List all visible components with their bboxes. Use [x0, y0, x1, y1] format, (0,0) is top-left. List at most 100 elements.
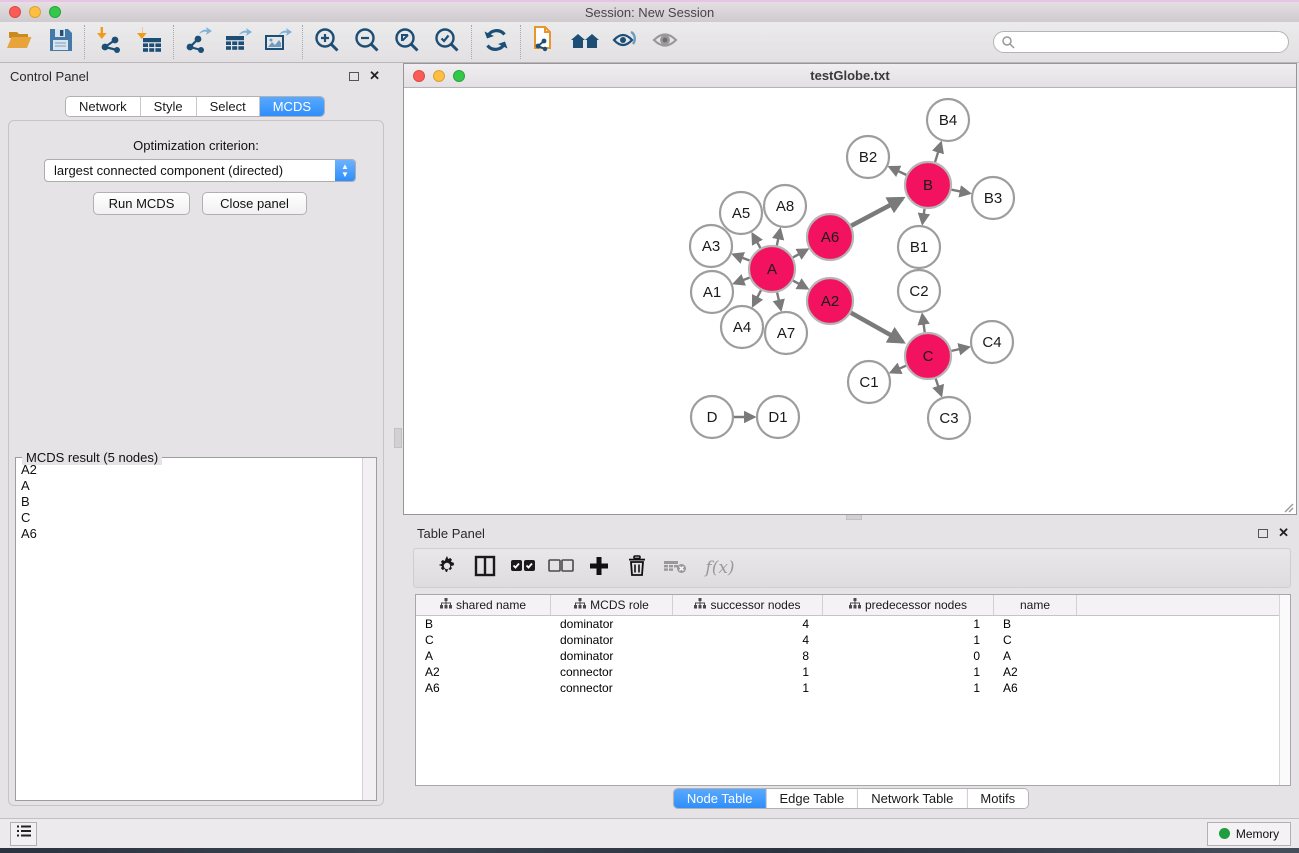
- graph-edge-C-C4[interactable]: [951, 347, 968, 351]
- add-column-button[interactable]: [580, 552, 618, 584]
- graph-edge-A-A4[interactable]: [753, 290, 761, 305]
- graph-edge-A-A2[interactable]: [793, 281, 807, 289]
- float-panel-icon[interactable]: [349, 72, 359, 81]
- function-builder-button[interactable]: f(x): [694, 552, 746, 584]
- graph-edge-C-C1[interactable]: [891, 366, 906, 373]
- close-table-panel-icon[interactable]: ✕: [1278, 528, 1289, 538]
- show-graphics-details-button[interactable]: [645, 25, 685, 59]
- graph-node-A2[interactable]: A2: [807, 278, 853, 324]
- graph-node-C[interactable]: C: [905, 333, 951, 379]
- clone-network-button[interactable]: [525, 25, 565, 59]
- zoom-fit-button[interactable]: [387, 25, 427, 59]
- close-panel-icon[interactable]: ✕: [369, 71, 380, 81]
- graph-node-D1[interactable]: D1: [757, 396, 799, 438]
- table-row[interactable]: A2connector11A2: [416, 664, 1290, 680]
- graph-node-A4[interactable]: A4: [721, 306, 763, 348]
- graph-edge-A-A7[interactable]: [777, 292, 781, 309]
- graph-node-C3[interactable]: C3: [928, 397, 970, 439]
- tab-network[interactable]: Network: [66, 97, 141, 116]
- import-table-button[interactable]: [129, 25, 169, 59]
- open-session-button[interactable]: [0, 25, 40, 59]
- graph-node-C1[interactable]: C1: [848, 361, 890, 403]
- tab-node-table[interactable]: Node Table: [674, 789, 767, 808]
- export-table-button[interactable]: [218, 25, 258, 59]
- float-table-panel-icon[interactable]: [1258, 529, 1268, 538]
- run-mcds-button[interactable]: Run MCDS: [93, 192, 190, 215]
- table-settings-button[interactable]: [428, 552, 466, 584]
- graph-edge-A2-C[interactable]: [851, 313, 903, 342]
- graph-node-B4[interactable]: B4: [927, 99, 969, 141]
- zoom-in-button[interactable]: [307, 25, 347, 59]
- delete-button[interactable]: [618, 552, 656, 584]
- graph-node-B1[interactable]: B1: [898, 226, 940, 268]
- graph-node-A5[interactable]: A5: [720, 192, 762, 234]
- graph-edge-C-C3[interactable]: [936, 379, 942, 396]
- task-history-button[interactable]: [10, 822, 37, 846]
- memory-button[interactable]: Memory: [1207, 822, 1291, 846]
- export-image-button[interactable]: [258, 25, 298, 59]
- graph-edge-B-B1[interactable]: [922, 209, 924, 223]
- tab-edge-table[interactable]: Edge Table: [766, 789, 858, 808]
- resize-grip-icon[interactable]: [1282, 500, 1294, 512]
- table-row[interactable]: A6connector11A6: [416, 680, 1290, 696]
- graph-edge-A-A1[interactable]: [734, 278, 749, 284]
- tab-mcds[interactable]: MCDS: [260, 97, 324, 116]
- search-input[interactable]: [993, 31, 1289, 53]
- tab-motifs[interactable]: Motifs: [967, 789, 1028, 808]
- refresh-button[interactable]: [476, 25, 516, 59]
- graph-edge-A-A6[interactable]: [793, 250, 807, 258]
- zoom-out-button[interactable]: [347, 25, 387, 59]
- table-scrollbar[interactable]: [1279, 595, 1290, 785]
- graph-edge-A-A8[interactable]: [777, 230, 780, 246]
- graph-edge-A-A5[interactable]: [753, 234, 761, 248]
- graph-node-D[interactable]: D: [691, 396, 733, 438]
- vertical-split-handle[interactable]: [394, 428, 402, 448]
- import-network-button[interactable]: [89, 25, 129, 59]
- delete-table-button[interactable]: [656, 552, 694, 584]
- tab-style[interactable]: Style: [141, 97, 197, 116]
- window-title: Session: New Session: [0, 5, 1299, 20]
- graph-edge-B-B3[interactable]: [952, 190, 970, 194]
- graph-node-C2[interactable]: C2: [898, 270, 940, 312]
- column-header-MCDS-role[interactable]: MCDS role: [551, 595, 673, 615]
- graph-edge-B-B4[interactable]: [935, 143, 941, 162]
- graph-edge-A6-B[interactable]: [851, 199, 902, 226]
- svg-text:B2: B2: [859, 149, 877, 166]
- graph-edge-C-C2[interactable]: [922, 315, 924, 332]
- deselect-all-button[interactable]: [542, 552, 580, 584]
- mcds-result-list[interactable]: A2ABCA6: [17, 462, 361, 799]
- table-row[interactable]: Bdominator41B: [416, 616, 1290, 632]
- home-button[interactable]: [565, 25, 605, 59]
- graph-node-A6[interactable]: A6: [807, 214, 853, 260]
- close-panel-button[interactable]: Close panel: [202, 192, 307, 215]
- criterion-select[interactable]: largest connected component (directed) ▲…: [44, 159, 356, 182]
- svg-text:A4: A4: [733, 319, 751, 336]
- result-scrollbar[interactable]: [362, 458, 376, 800]
- graph-edge-A-A3[interactable]: [733, 254, 749, 260]
- tab-select[interactable]: Select: [197, 97, 260, 116]
- hide-graphics-details-button[interactable]: [605, 25, 645, 59]
- graph-node-C4[interactable]: C4: [971, 321, 1013, 363]
- graph-node-B2[interactable]: B2: [847, 136, 889, 178]
- table-row[interactable]: Cdominator41C: [416, 632, 1290, 648]
- network-canvas[interactable]: B4 B2 B B3 A5A8A6 A3 B1 A A1 C2 A2 A4 A7 C4 C C1 C3 D D1: [404, 88, 1296, 514]
- graph-node-B[interactable]: B: [905, 162, 951, 208]
- show-columns-button[interactable]: [466, 552, 504, 584]
- graph-node-A[interactable]: A: [749, 246, 795, 292]
- save-session-button[interactable]: [40, 25, 80, 59]
- column-header-name[interactable]: name: [994, 595, 1077, 615]
- graph-node-A8[interactable]: A8: [764, 185, 806, 227]
- graph-node-B3[interactable]: B3: [972, 177, 1014, 219]
- graph-node-A7[interactable]: A7: [765, 312, 807, 354]
- graph-node-A1[interactable]: A1: [691, 271, 733, 313]
- table-row[interactable]: Adominator80A: [416, 648, 1290, 664]
- column-header-successor-nodes[interactable]: successor nodes: [673, 595, 823, 615]
- tab-network-table[interactable]: Network Table: [858, 789, 967, 808]
- export-network-button[interactable]: [178, 25, 218, 59]
- zoom-selected-button[interactable]: [427, 25, 467, 59]
- graph-node-A3[interactable]: A3: [690, 225, 732, 267]
- column-header-predecessor-nodes[interactable]: predecessor nodes: [823, 595, 994, 615]
- column-header-shared-name[interactable]: shared name: [416, 595, 551, 615]
- graph-edge-B-B2[interactable]: [890, 167, 907, 175]
- select-all-button[interactable]: [504, 552, 542, 584]
